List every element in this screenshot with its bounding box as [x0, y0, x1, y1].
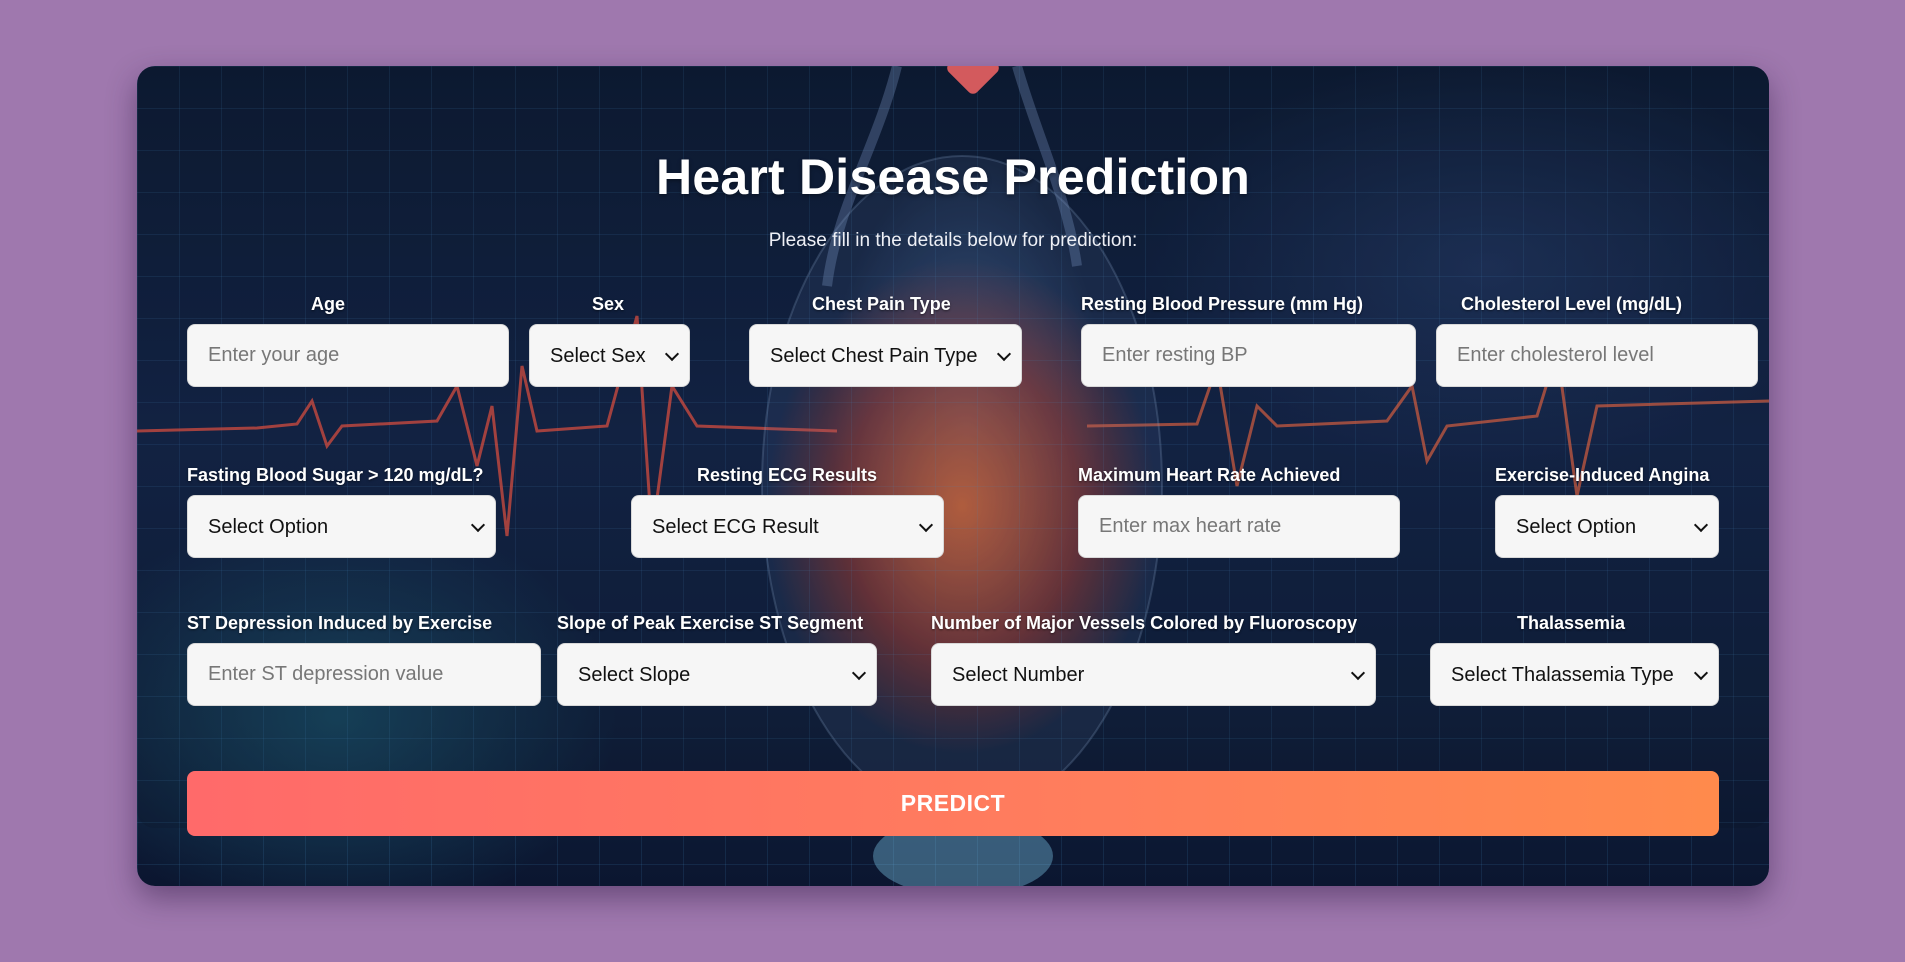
max-hr-input[interactable] [1078, 495, 1400, 558]
slope-label: Slope of Peak Exercise ST Segment [557, 613, 864, 633]
vessels-label: Number of Major Vessels Colored by Fluor… [931, 613, 1358, 633]
chest-pain-label: Chest Pain Type [812, 294, 951, 314]
vessels-select[interactable]: Select Number [931, 643, 1376, 706]
angina-select[interactable]: Select Option [1495, 495, 1719, 558]
fasting-sugar-label: Fasting Blood Sugar > 120 mg/dL? [187, 465, 484, 485]
angina-label: Exercise-Induced Angina [1495, 465, 1710, 485]
sex-select[interactable]: Select Sex [529, 324, 690, 387]
page-subtitle: Please fill in the details below for pre… [768, 230, 1138, 251]
st-depression-input[interactable] [187, 643, 541, 706]
cholesterol-label: Cholesterol Level (mg/dL) [1461, 294, 1683, 314]
cholesterol-input[interactable] [1436, 324, 1758, 387]
predict-button[interactable]: PREDICT [187, 771, 1719, 836]
thalassemia-select[interactable]: Select Thalassemia Type [1430, 643, 1719, 706]
resting-bp-input[interactable] [1081, 324, 1416, 387]
max-hr-label: Maximum Heart Rate Achieved [1078, 465, 1341, 485]
resting-ecg-label: Resting ECG Results [697, 465, 878, 485]
prediction-card: Heart Disease Prediction Please fill in … [137, 66, 1769, 886]
resting-bp-label: Resting Blood Pressure (mm Hg) [1081, 294, 1364, 314]
slope-select[interactable]: Select Slope [557, 643, 877, 706]
page-title: Heart Disease Prediction [656, 149, 1250, 205]
sex-label: Sex [592, 294, 625, 314]
fasting-sugar-select[interactable]: Select Option [187, 495, 496, 558]
st-depression-label: ST Depression Induced by Exercise [187, 613, 493, 633]
age-input[interactable] [187, 324, 509, 387]
chest-pain-select[interactable]: Select Chest Pain Type [749, 324, 1022, 387]
thalassemia-label: Thalassemia [1517, 613, 1626, 633]
resting-ecg-select[interactable]: Select ECG Result [631, 495, 944, 558]
age-label: Age [311, 294, 346, 314]
